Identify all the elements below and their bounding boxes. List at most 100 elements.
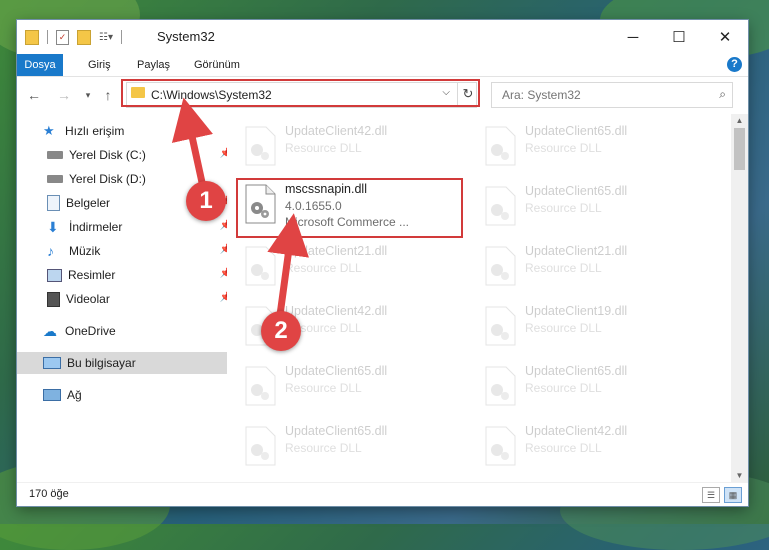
- sidebar-item-music[interactable]: ♪ Müzik 📌: [17, 240, 240, 262]
- forward-button[interactable]: →: [55, 86, 73, 104]
- file-name: UpdateClient42.dll: [285, 124, 388, 138]
- sidebar-item-disk-c[interactable]: Yerel Disk (C:) 📌: [17, 144, 240, 166]
- recent-locations-button[interactable]: ▾: [79, 86, 97, 104]
- scroll-up-arrow[interactable]: ▲: [731, 114, 748, 128]
- back-button[interactable]: ←: [25, 86, 43, 104]
- file-name: UpdateClient42.dll: [525, 424, 628, 438]
- file-item[interactable]: UpdateClient65.dll Resource DLL: [237, 420, 463, 470]
- folder-icon: [25, 29, 39, 45]
- sidebar-item-this-pc[interactable]: Bu bilgisayar: [17, 352, 236, 374]
- file-name: UpdateClient65.dll: [525, 124, 628, 138]
- status-bar: 170 öğe ☰ ▦: [17, 482, 748, 506]
- search-box[interactable]: ⌕: [491, 82, 733, 108]
- sidebar-item-label: Müzik: [69, 244, 101, 258]
- large-icons-view-icon[interactable]: ▦: [724, 487, 742, 503]
- maximize-button[interactable]: ☐: [656, 20, 702, 54]
- window-title: System32: [157, 29, 215, 44]
- file-name: UpdateClient65.dll: [285, 364, 388, 378]
- sidebar-item-pictures[interactable]: Resimler 📌: [17, 264, 240, 286]
- videos-icon: [47, 291, 60, 307]
- file-description: Resource DLL: [525, 201, 602, 215]
- customize-toolbar-icon[interactable]: ☷▾: [99, 32, 113, 43]
- dll-file-icon: [485, 186, 516, 226]
- network-icon: [43, 389, 61, 401]
- sidebar-item-onedrive[interactable]: ☁ OneDrive: [17, 320, 236, 342]
- navigation-pane: ★ Hızlı erişim Yerel Disk (C:) 📌 Yerel D…: [17, 114, 236, 483]
- file-description: Resource DLL: [525, 321, 602, 335]
- sidebar-item-videos[interactable]: Videolar 📌: [17, 288, 240, 310]
- drive-icon: [47, 175, 63, 183]
- dll-file-icon: [245, 366, 276, 406]
- file-name: UpdateClient65.dll: [525, 184, 628, 198]
- file-item[interactable]: UpdateClient19.dll Resource DLL: [477, 300, 703, 350]
- file-name: UpdateClient21.dll: [285, 244, 388, 258]
- address-highlight-box: [121, 79, 480, 107]
- file-name: UpdateClient19.dll: [525, 304, 628, 318]
- file-description: Resource DLL: [525, 261, 602, 275]
- navigation-bar: ← → ▾ ↑ C:\Windows\System32 ⌵ ↻ ⌕: [17, 77, 748, 112]
- computer-icon: [43, 357, 61, 369]
- minimize-button[interactable]: ─: [610, 20, 656, 54]
- tab-paylas[interactable]: Paylaş: [127, 54, 180, 76]
- music-icon: ♪: [47, 243, 54, 259]
- sidebar-item-network[interactable]: Ağ: [17, 384, 236, 406]
- dll-file-icon: [245, 426, 276, 466]
- file-item[interactable]: UpdateClient21.dll Resource DLL: [477, 240, 703, 290]
- details-view-icon[interactable]: ☰: [702, 487, 720, 503]
- file-description: Resource DLL: [285, 141, 362, 155]
- quick-access-toolbar: ✓ ☷▾: [25, 29, 122, 45]
- file-description: Resource DLL: [285, 441, 362, 455]
- new-folder-icon[interactable]: [77, 29, 91, 45]
- sidebar-item-label: İndirmeler: [69, 220, 123, 234]
- dll-file-icon: [485, 306, 516, 346]
- download-icon: ⬇: [47, 219, 59, 235]
- sidebar-item-quick-access[interactable]: ★ Hızlı erişim: [17, 120, 236, 142]
- drive-icon: [47, 151, 63, 159]
- dll-file-icon: [245, 246, 276, 286]
- ribbon-tabs: Dosya Giriş Paylaş Görünüm ?: [17, 54, 748, 77]
- pictures-icon: [47, 268, 62, 282]
- step-1-badge: 1: [186, 181, 226, 221]
- star-icon: ★: [43, 123, 55, 138]
- cloud-icon: ☁: [43, 323, 57, 339]
- file-item[interactable]: UpdateClient65.dll Resource DLL: [477, 180, 703, 230]
- dll-file-icon: [485, 126, 516, 166]
- help-button[interactable]: ?: [727, 57, 742, 72]
- explorer-window: ✓ ☷▾ System32 ─ ☐ ✕ Dosya Giriş Paylaş G…: [17, 20, 748, 506]
- tab-giris[interactable]: Giriş: [78, 54, 121, 76]
- tab-gorunum[interactable]: Görünüm: [184, 54, 250, 76]
- file-description: Resource DLL: [525, 381, 602, 395]
- title-bar: ✓ ☷▾ System32 ─ ☐ ✕: [17, 20, 748, 54]
- file-description: Resource DLL: [525, 441, 602, 455]
- close-button[interactable]: ✕: [702, 20, 748, 54]
- file-description: Resource DLL: [285, 381, 362, 395]
- search-input[interactable]: [500, 87, 704, 103]
- dll-file-icon: [485, 246, 516, 286]
- file-item[interactable]: UpdateClient42.dll Resource DLL: [477, 420, 703, 470]
- file-item[interactable]: UpdateClient65.dll Resource DLL: [237, 360, 463, 410]
- file-name: UpdateClient42.dll: [285, 304, 388, 318]
- sidebar-item-label: Yerel Disk (D:): [69, 172, 146, 186]
- vertical-scrollbar[interactable]: ▲ ▼: [731, 114, 748, 483]
- file-item[interactable]: UpdateClient21.dll Resource DLL: [237, 240, 463, 290]
- step-2-badge: 2: [261, 311, 301, 351]
- file-item[interactable]: UpdateClient65.dll Resource DLL: [477, 120, 703, 170]
- properties-icon[interactable]: ✓: [56, 29, 69, 45]
- file-item[interactable]: UpdateClient65.dll Resource DLL: [477, 360, 703, 410]
- up-button[interactable]: ↑: [99, 86, 117, 104]
- sidebar-item-label: Hızlı erişim: [65, 124, 125, 138]
- file-name: UpdateClient65.dll: [525, 364, 628, 378]
- scroll-down-arrow[interactable]: ▼: [731, 469, 748, 483]
- dll-file-icon: [485, 426, 516, 466]
- sidebar-item-label: Videolar: [66, 292, 110, 306]
- scroll-thumb[interactable]: [734, 128, 745, 170]
- sidebar-item-label: Ağ: [67, 388, 82, 402]
- sidebar-item-label: OneDrive: [65, 324, 116, 338]
- separator: [47, 30, 48, 44]
- sidebar-item-label: Belgeler: [66, 196, 111, 210]
- file-item[interactable]: UpdateClient42.dll Resource DLL: [237, 120, 463, 170]
- dll-file-icon: [485, 366, 516, 406]
- file-highlight-box: [236, 178, 463, 238]
- sidebar-item-label: Resimler: [68, 268, 116, 282]
- tab-dosya[interactable]: Dosya: [17, 54, 63, 76]
